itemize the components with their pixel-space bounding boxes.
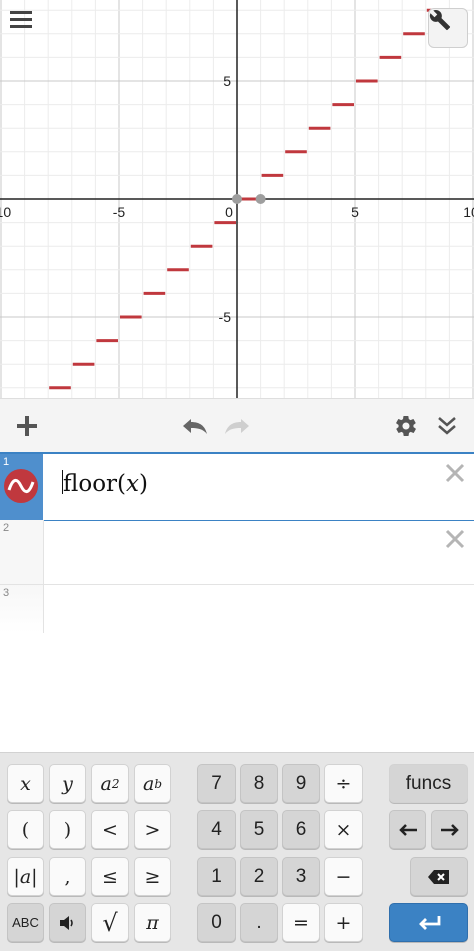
key-multiply[interactable]: ×	[324, 810, 363, 849]
key-9[interactable]: 9	[282, 764, 320, 803]
expression-row-2[interactable]: 2	[0, 520, 474, 585]
key-x[interactable]: x	[7, 764, 44, 803]
key-7[interactable]: 7	[197, 764, 236, 803]
expression-gutter: 2	[0, 520, 44, 584]
key-less-than[interactable]: <	[91, 810, 129, 849]
expression-gutter: 3	[0, 585, 44, 633]
x-tick-label: 5	[351, 204, 359, 220]
point-marker	[255, 194, 266, 204]
key-2[interactable]: 2	[240, 857, 278, 896]
undo-icon[interactable]	[176, 407, 214, 445]
point-marker	[232, 194, 242, 204]
expression-toolbar	[0, 398, 474, 454]
key-sqrt[interactable]: √	[91, 903, 129, 942]
key-right-paren[interactable]: )	[49, 810, 86, 849]
key-comma[interactable]: ,	[49, 857, 86, 896]
redo-icon[interactable]	[218, 407, 256, 445]
x-tick-label: 0	[225, 204, 233, 220]
key-greater-equal[interactable]: ≥	[134, 857, 171, 896]
key-8[interactable]: 8	[240, 764, 278, 803]
arrow-left-icon[interactable]	[389, 810, 426, 849]
key-less-equal[interactable]: ≤	[91, 857, 129, 896]
arrow-right-icon[interactable]	[431, 810, 468, 849]
key-plus[interactable]: +	[324, 903, 363, 942]
key-1[interactable]: 1	[197, 857, 236, 896]
key-abs[interactable]: |a|	[7, 857, 44, 896]
expression-index: 2	[3, 522, 10, 534]
backspace-icon[interactable]	[410, 857, 468, 896]
close-icon[interactable]	[442, 460, 468, 486]
speaker-icon[interactable]	[49, 903, 86, 942]
x-tick-label: -5	[113, 204, 126, 220]
key-a-squared-base: a	[100, 772, 112, 795]
graph-style-icon[interactable]	[4, 469, 38, 503]
enter-icon[interactable]	[389, 903, 468, 942]
key-y[interactable]: y	[49, 764, 86, 803]
graph-svg: -10 -5 0 5 10 5 -5	[0, 0, 474, 398]
menu-icon[interactable]	[10, 10, 44, 44]
double-chevron-down-icon[interactable]	[428, 407, 466, 445]
expression-list: 1 floor(x) 2 3	[0, 452, 474, 752]
expression-row-1[interactable]: 1 floor(x)	[0, 452, 474, 521]
function-name: floor	[63, 471, 118, 497]
key-3[interactable]: 3	[282, 857, 320, 896]
math-keyboard: x y a2 ab ( ) < > |a| , ≤ ≥ ABC √ π 7 8 …	[0, 752, 474, 951]
close-icon[interactable]	[442, 526, 468, 552]
key-5[interactable]: 5	[240, 810, 278, 849]
key-a-squared[interactable]: a2	[91, 764, 129, 803]
key-equals[interactable]: =	[282, 903, 320, 942]
function-argument: x	[126, 471, 139, 497]
key-left-paren[interactable]: (	[7, 810, 44, 849]
key-abc[interactable]: ABC	[7, 903, 44, 942]
wrench-icon[interactable]	[428, 8, 468, 48]
key-pi[interactable]: π	[134, 903, 171, 942]
key-6[interactable]: 6	[282, 810, 320, 849]
x-tick-label: 10	[463, 204, 474, 220]
expression-row-3[interactable]: 3	[0, 585, 474, 633]
y-tick-label: -5	[219, 309, 232, 325]
y-tick-label: 5	[223, 73, 231, 89]
key-greater-than[interactable]: >	[134, 810, 171, 849]
key-a-power-b-base: a	[142, 772, 155, 795]
plus-icon[interactable]	[8, 407, 46, 445]
key-0[interactable]: 0	[197, 903, 236, 942]
key-a-power-b[interactable]: ab	[134, 764, 171, 803]
expression-input[interactable]: floor(x)	[62, 470, 148, 497]
x-tick-label: -10	[0, 204, 11, 220]
key-divide[interactable]: ÷	[324, 764, 363, 803]
key-4[interactable]: 4	[197, 810, 236, 849]
expression-index: 1	[3, 456, 10, 468]
key-decimal[interactable]: .	[240, 903, 278, 942]
funcs-button[interactable]: funcs	[389, 764, 468, 803]
graph-canvas[interactable]: -10 -5 0 5 10 5 -5	[0, 0, 474, 398]
expression-index: 3	[3, 587, 10, 599]
key-minus[interactable]: −	[324, 857, 363, 896]
gear-icon[interactable]	[387, 407, 425, 445]
expression-gutter: 1	[0, 454, 43, 520]
